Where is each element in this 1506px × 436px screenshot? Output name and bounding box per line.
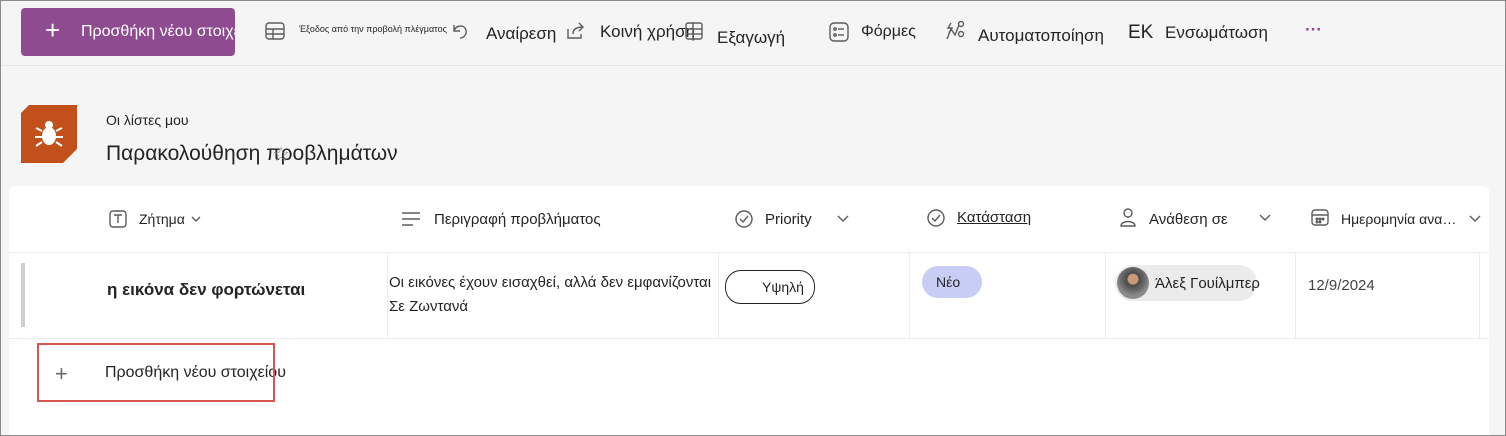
column-divider <box>1295 253 1296 338</box>
export-button[interactable]: Εξαγωγή <box>717 28 785 48</box>
page-title: Παρακολούθηση προβλημάτων <box>106 142 398 165</box>
grid-view-icon[interactable] <box>264 20 286 42</box>
status-label: Νέο <box>936 274 961 290</box>
list-header: Οι λίστες μου Παρακολούθηση προβλημάτων … <box>1 66 1505 186</box>
automate-icon[interactable] <box>943 19 967 43</box>
bug-list-icon <box>21 105 77 163</box>
column-label: Ημερομηνία αναφοράς <box>1341 211 1461 227</box>
status-badge[interactable]: Νέο <box>922 266 982 298</box>
forms-icon[interactable] <box>828 21 850 43</box>
app-frame: + Προσθήκη νέου στοιχείου Έξοδος από την… <box>0 0 1506 436</box>
share-icon[interactable] <box>565 20 587 42</box>
assignee-chip[interactable]: Άλεξ Γουίλμπερ <box>1115 265 1260 301</box>
undo-icon[interactable] <box>448 19 470 41</box>
column-label: Κατάσταση <box>957 209 1032 226</box>
column-header-issue[interactable]: Ζήτημα <box>105 186 385 252</box>
text-icon <box>109 210 127 228</box>
forms-button[interactable]: Φόρμες <box>861 23 916 41</box>
table-row[interactable]: η εικόνα δεν φορτώνεται Οι εικόνες έχουν… <box>9 252 1489 339</box>
description-cell[interactable]: Οι εικόνες έχουν εισαχθεί, αλλά δεν εμφα… <box>389 274 729 298</box>
person-icon <box>1120 208 1136 227</box>
more-options-icon[interactable]: ··· <box>1305 20 1322 40</box>
new-item-label: Προσθήκη νέου στοιχείου <box>81 23 235 40</box>
avatar <box>1117 267 1149 299</box>
priority-pill[interactable]: Υψηλή <box>725 270 815 304</box>
lines-icon <box>402 212 420 226</box>
column-header-priority[interactable]: Priority <box>733 186 913 252</box>
chevron-down-icon[interactable] <box>1469 214 1481 222</box>
assignee-name: Άλεξ Γουίλμπερ <box>1155 275 1260 292</box>
export-icon[interactable] <box>683 20 705 42</box>
column-divider <box>909 253 910 338</box>
column-label: Priority <box>765 211 812 228</box>
description-cell-line2[interactable]: Σε Ζωντανά <box>389 298 468 315</box>
column-header-assigned[interactable]: Ανάθεση σε <box>1115 186 1295 252</box>
column-header-status[interactable]: Κατάσταση <box>925 186 1105 252</box>
plus-icon: + <box>45 15 61 45</box>
column-divider <box>1105 253 1106 338</box>
column-label: Περιγραφή προβλήματος <box>434 211 601 228</box>
new-item-button[interactable]: + Προσθήκη νέου στοιχείου <box>21 8 235 56</box>
priority-label: Υψηλή <box>762 279 804 295</box>
undo-button[interactable]: Αναίρεση <box>486 24 556 44</box>
star-icon[interactable]: ☆ <box>272 142 290 167</box>
column-header-date[interactable]: Ημερομηνία αναφοράς <box>1307 186 1489 252</box>
breadcrumb[interactable]: Οι λίστες μου <box>106 112 189 128</box>
column-divider <box>718 253 719 338</box>
share-button[interactable]: Κοινή χρήση <box>600 22 695 42</box>
highlight-box <box>37 343 275 402</box>
column-label: Ανάθεση σε <box>1149 211 1228 228</box>
chevron-down-icon[interactable] <box>191 215 201 223</box>
chevron-down-icon[interactable] <box>837 214 849 222</box>
embed-button[interactable]: Ενσωμάτωση <box>1165 23 1268 43</box>
column-divider <box>1479 253 1480 338</box>
calendar-icon <box>1311 209 1329 226</box>
command-bar: + Προσθήκη νέου στοιχείου Έξοδος από την… <box>1 1 1505 66</box>
exit-grid-button[interactable]: Έξοδος από την προβολή πλέγματος <box>299 24 447 34</box>
row-selector[interactable] <box>21 263 25 327</box>
chevron-down-icon[interactable] <box>1259 213 1271 221</box>
column-label: Ζήτημα <box>139 211 185 227</box>
check-circle-icon <box>927 209 945 227</box>
column-header-description[interactable]: Περιγραφή προβλήματος <box>399 186 719 252</box>
date-cell[interactable]: 12/9/2024 <box>1308 277 1375 294</box>
issue-cell[interactable]: η εικόνα δεν φορτώνεται <box>107 280 305 300</box>
automate-button[interactable]: Αυτοματοποίηση <box>978 26 1104 46</box>
embed-icon: ΕΚ <box>1128 22 1154 43</box>
check-circle-icon <box>735 210 753 228</box>
column-divider <box>387 253 388 338</box>
